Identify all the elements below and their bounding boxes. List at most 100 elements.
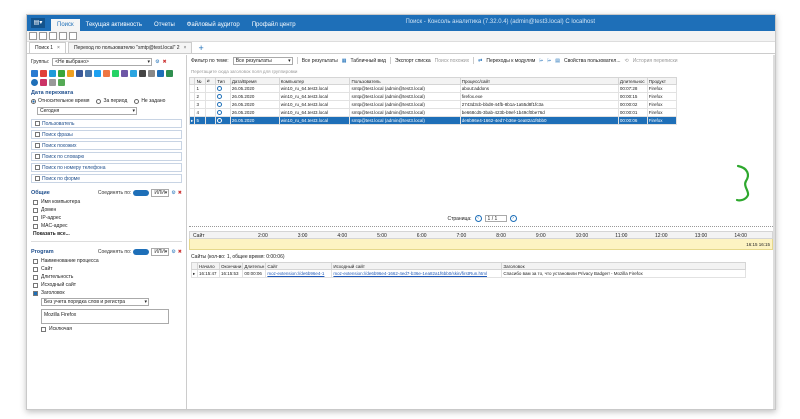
check-computer-name[interactable]: Имя компьютера (33, 199, 182, 205)
export-list-button[interactable]: Экспорт списка (395, 58, 431, 64)
table-row[interactable]: ▸ 5 26.05.2020 win10_ru_64.test3.local smtp@… (188, 116, 678, 125)
col-sites-end[interactable]: Окончани (218, 262, 244, 270)
screenshot-icon[interactable] (58, 79, 65, 86)
modules-icon[interactable]: ⇄ (478, 58, 482, 64)
check-mac[interactable]: MAC-адрес (33, 223, 182, 229)
filter-icon[interactable]: ⩥ (547, 58, 551, 64)
check-process-name[interactable]: Наименование процесса (33, 258, 182, 264)
col-sites-site[interactable]: Сайт (265, 262, 333, 270)
user-props-icon[interactable]: ▤ (555, 58, 560, 64)
toolbar-button[interactable] (59, 32, 67, 40)
menu-tab-reports[interactable]: Отчеты (148, 19, 181, 31)
next-page-button[interactable]: › (509, 215, 517, 222)
chat-icon[interactable] (58, 70, 65, 77)
vertical-scrollbar[interactable] (773, 55, 775, 409)
check-site[interactable]: Сайт (33, 266, 182, 272)
col-user[interactable]: Пользователь (349, 77, 461, 85)
menu-tab-activity[interactable]: Текущая активность (80, 19, 148, 31)
connect-select[interactable]: ИЛИ (151, 189, 170, 197)
viber-icon[interactable] (121, 70, 128, 77)
usb-icon[interactable] (148, 70, 155, 77)
doc-tab[interactable]: Переход по пользователю "smtp@test.local… (67, 42, 193, 53)
col-process[interactable]: Процесс/сайт (459, 77, 619, 85)
table-row[interactable]: 1 26.05.2020 win10_ru_64.test3.local smtp@t… (188, 84, 678, 93)
menu-tab-file-auditor[interactable]: Файловый аудитор (181, 19, 246, 31)
menu-tab-search[interactable]: Поиск (51, 19, 80, 31)
date-select[interactable]: Сегодня (37, 107, 137, 115)
history-button[interactable]: История переписки (633, 58, 678, 64)
col-sites-title[interactable]: Заголовок (501, 262, 746, 270)
show-all-link[interactable]: Показать все... (33, 231, 182, 237)
radio-not-set[interactable]: Не задано (134, 98, 165, 104)
vk-icon[interactable] (85, 70, 92, 77)
col-datetime[interactable]: Дата/Время (229, 77, 280, 85)
match-mode-select[interactable]: Без учета порядка слов и регистра (41, 298, 149, 306)
table-view-button[interactable]: Табличный вид (350, 58, 385, 64)
menu-tab-profile-center[interactable]: Профайл центр (246, 19, 302, 31)
toolbar-button[interactable] (49, 32, 57, 40)
panel-user[interactable]: Пользователь (31, 119, 182, 128)
ok-icon[interactable] (103, 70, 110, 77)
panel-phrase-search[interactable]: Поиск фразы (31, 130, 182, 139)
program-icon[interactable] (40, 79, 47, 86)
panel-dictionary-search[interactable]: Поиск по словарю (31, 152, 182, 161)
check-duration[interactable]: Длительность (33, 274, 182, 280)
twitter-icon[interactable] (94, 70, 101, 77)
history-icon[interactable]: ⟲ (625, 58, 629, 64)
icq-icon[interactable] (67, 70, 74, 77)
clear-icon[interactable]: ✖ (178, 249, 182, 255)
gmail-icon[interactable] (40, 70, 47, 77)
timeline-band[interactable]: 16:15 16:15 (189, 239, 773, 250)
clear-icon[interactable]: ✖ (178, 190, 182, 196)
skype-icon[interactable] (49, 70, 56, 77)
sites-row[interactable]: ▸ 16:15:47 16:15:53 00:00:06 moz-extensi… (191, 269, 746, 278)
col-duration[interactable]: Длительнос (617, 77, 648, 85)
check-domain[interactable]: Домен (33, 207, 182, 213)
col-attachment[interactable]: ⌀ (204, 77, 217, 85)
col-sites-source[interactable]: Исходный сайт (331, 262, 503, 270)
toolbar-button[interactable] (69, 32, 77, 40)
source-site-link[interactable]: moz-extension://de6b96e4-1662-4ed7-b36e-… (331, 269, 503, 278)
theme-filter-select[interactable]: Все результаты (232, 56, 293, 65)
filter-icon[interactable]: ⩥ (539, 58, 543, 64)
table-row[interactable]: 4 26.05.2020 win10_ru_64.test3.local smtp@t… (188, 108, 678, 117)
settings-icon[interactable]: ⚙ (171, 249, 175, 255)
connect-select[interactable]: ИЛИ (151, 248, 170, 256)
table-row[interactable]: 3 26.05.2020 win10_ru_64.test3.local smtp@t… (188, 100, 678, 109)
close-icon[interactable]: × (184, 45, 187, 51)
toolbar-button[interactable] (39, 32, 47, 40)
add-tab-button[interactable]: + (194, 43, 207, 53)
telegram-icon[interactable] (130, 70, 137, 77)
table-row[interactable]: 2 26.05.2020 win10_ru_64.test3.local smtp@t… (188, 92, 678, 101)
keylogger-icon[interactable] (166, 70, 173, 77)
page-input[interactable]: 1 / 1 (484, 215, 507, 222)
site-link[interactable]: moz-extension://de6b96e4-1 (265, 269, 333, 278)
splitter[interactable] (189, 226, 775, 228)
user-props-button[interactable]: Свойства пользовател... (564, 58, 620, 64)
close-icon[interactable]: × (57, 45, 60, 51)
col-computer[interactable]: Компьютер (278, 77, 351, 85)
print-icon[interactable] (139, 70, 146, 77)
file-icon[interactable] (49, 79, 56, 86)
facebook-icon[interactable] (76, 70, 83, 77)
col-number[interactable]: № (194, 77, 206, 85)
clear-icon[interactable]: ✖ (163, 59, 167, 65)
panel-form-search[interactable]: Поиск по форме (31, 174, 182, 183)
cloud-icon[interactable] (157, 70, 164, 77)
toolbar-button[interactable] (29, 32, 37, 40)
check-title[interactable]: Заголовок (33, 290, 182, 296)
table-view-icon[interactable]: ▦ (342, 58, 347, 64)
title-text-input[interactable]: Mozilla Firefox (41, 309, 169, 324)
col-type[interactable]: Тип (215, 77, 231, 85)
all-results-button[interactable]: Все результаты (302, 58, 338, 64)
groups-action-icon[interactable]: ⚙ (155, 59, 159, 65)
similar-search-button[interactable]: Поиск похожих (435, 58, 469, 64)
modules-button[interactable]: Переходы к модулям (486, 58, 535, 64)
connect-toggle[interactable] (133, 249, 150, 255)
radio-relative-time[interactable]: Относительное время (31, 98, 89, 104)
doc-tab[interactable]: Поиск 1 × (29, 42, 66, 53)
check-source-site[interactable]: Исходный сайт (33, 282, 182, 288)
globe-icon[interactable] (31, 79, 38, 86)
prev-page-button[interactable]: ‹ (474, 215, 482, 222)
panel-phone-search[interactable]: Поиск по номеру телефона (31, 163, 182, 172)
